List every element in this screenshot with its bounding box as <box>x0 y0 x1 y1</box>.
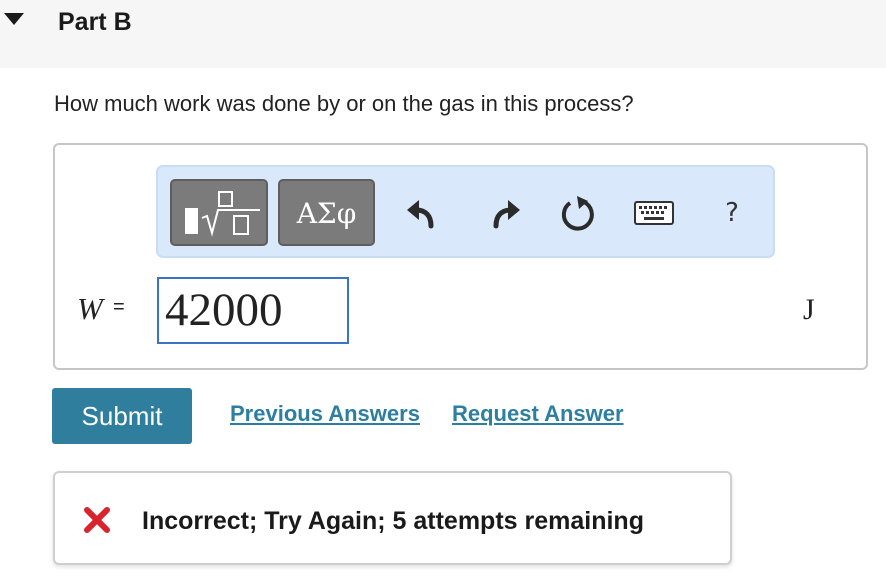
answer-input[interactable]: 42000 <box>157 277 349 344</box>
greek-symbols-label: ΑΣφ <box>296 197 357 230</box>
submit-button[interactable]: Submit <box>52 388 192 444</box>
x-icon <box>84 507 110 533</box>
help-button[interactable]: ? <box>714 193 750 233</box>
redo-icon[interactable] <box>483 193 523 233</box>
greek-symbols-button[interactable]: ΑΣφ <box>278 179 375 246</box>
previous-answers-link[interactable]: Previous Answers <box>230 401 420 427</box>
templates-icon <box>185 191 260 237</box>
request-answer-link[interactable]: Request Answer <box>452 401 624 427</box>
feedback-box: Incorrect; Try Again; 5 attempts remaini… <box>53 471 732 565</box>
answer-box: ΑΣφ ? W = 42000 J <box>53 143 868 370</box>
part-header[interactable]: Part B <box>0 0 886 68</box>
templates-button[interactable] <box>170 179 268 246</box>
equals-sign: = <box>113 296 125 318</box>
question-text: How much work was done by or on the gas … <box>54 91 634 116</box>
math-toolbar: ΑΣφ ? <box>156 165 775 258</box>
unit-label: J <box>803 293 815 326</box>
feedback-message: Incorrect; Try Again; 5 attempts remaini… <box>142 507 644 535</box>
collapse-triangle-icon[interactable] <box>4 13 24 25</box>
reset-icon[interactable] <box>558 193 598 233</box>
variable-label: W <box>77 291 103 326</box>
keyboard-icon[interactable] <box>634 193 674 233</box>
undo-icon[interactable] <box>404 193 444 233</box>
part-title: Part B <box>58 8 132 36</box>
